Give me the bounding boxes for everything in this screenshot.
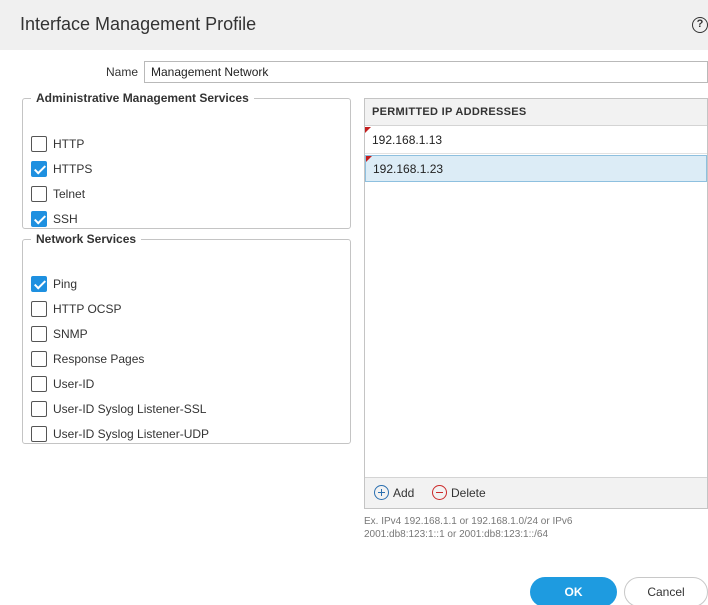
- ip-value: 192.168.1.23: [373, 162, 444, 176]
- ip-row-selected[interactable]: 192.168.1.23: [365, 155, 707, 182]
- hint-line-1: Ex. IPv4 192.168.1.1 or 192.168.1.0/24 o…: [364, 516, 573, 527]
- snmp-label: SNMP: [53, 327, 88, 341]
- http-ocsp-label: HTTP OCSP: [53, 302, 122, 316]
- checkbox-row-http-ocsp[interactable]: HTTP OCSP: [31, 300, 121, 318]
- checkbox-row-user-id[interactable]: User-ID: [31, 375, 94, 393]
- name-label: Name: [106, 65, 139, 79]
- http-label: HTTP: [53, 137, 85, 151]
- ping-label: Ping: [53, 277, 78, 291]
- ip-panel-footer: Add Delete: [365, 477, 707, 508]
- checkbox-row-response-pages[interactable]: Response Pages: [31, 350, 144, 368]
- permitted-ip-panel: PERMITTED IP ADDRESSES 192.168.1.13 192.…: [364, 98, 708, 509]
- add-circle-icon: [374, 485, 389, 500]
- add-label: Add: [393, 485, 415, 500]
- cancel-button[interactable]: Cancel: [624, 577, 708, 605]
- name-input[interactable]: [144, 61, 708, 83]
- admin-services-group: Administrative Management Services HTTP …: [22, 91, 351, 229]
- error-flag-icon: [365, 127, 371, 133]
- checkbox-row-telnet[interactable]: Telnet: [31, 185, 85, 203]
- remove-circle-icon: [432, 485, 447, 500]
- user-id-checkbox[interactable]: [31, 376, 47, 392]
- http-checkbox[interactable]: [31, 136, 47, 152]
- checkbox-row-ssh[interactable]: SSH: [31, 210, 78, 228]
- ip-row[interactable]: 192.168.1.13: [365, 127, 707, 154]
- delete-label: Delete: [451, 485, 486, 500]
- delete-ip-button[interactable]: Delete: [432, 485, 486, 500]
- syslog-udp-checkbox[interactable]: [31, 426, 47, 442]
- ssh-label: SSH: [53, 212, 78, 226]
- ssh-checkbox[interactable]: [31, 211, 47, 227]
- ip-format-hint: Ex. IPv4 192.168.1.1 or 192.168.1.0/24 o…: [364, 515, 664, 541]
- checkbox-row-ping[interactable]: Ping: [31, 275, 77, 293]
- network-services-legend: Network Services: [36, 232, 137, 246]
- ping-checkbox[interactable]: [31, 276, 47, 292]
- snmp-checkbox[interactable]: [31, 326, 47, 342]
- dialog-title: Interface Management Profile: [20, 14, 257, 34]
- syslog-udp-label: User-ID Syslog Listener-UDP: [53, 427, 210, 441]
- ok-button[interactable]: OK: [530, 577, 617, 605]
- network-services-group: Network Services Ping HTTP OCSP SNMP Res…: [22, 232, 351, 444]
- checkbox-row-https[interactable]: HTTPS: [31, 160, 92, 178]
- help-circle-icon[interactable]: ?: [692, 17, 708, 33]
- telnet-checkbox[interactable]: [31, 186, 47, 202]
- add-ip-button[interactable]: Add: [374, 485, 414, 500]
- syslog-ssl-checkbox[interactable]: [31, 401, 47, 417]
- user-id-label: User-ID: [53, 377, 95, 391]
- checkbox-row-snmp[interactable]: SNMP: [31, 325, 88, 343]
- telnet-label: Telnet: [53, 187, 86, 201]
- response-pages-label: Response Pages: [53, 352, 145, 366]
- response-pages-checkbox[interactable]: [31, 351, 47, 367]
- admin-services-legend: Administrative Management Services: [36, 91, 249, 105]
- ip-value: 192.168.1.13: [372, 133, 443, 147]
- syslog-ssl-label: User-ID Syslog Listener-SSL: [53, 402, 207, 416]
- checkbox-row-http[interactable]: HTTP: [31, 135, 84, 153]
- checkbox-row-syslog-ssl[interactable]: User-ID Syslog Listener-SSL: [31, 400, 206, 418]
- checkbox-row-syslog-udp[interactable]: User-ID Syslog Listener-UDP: [31, 425, 209, 443]
- dialog-header: Interface Management Profile ?: [0, 0, 708, 50]
- https-label: HTTPS: [53, 162, 93, 176]
- permitted-ip-header[interactable]: PERMITTED IP ADDRESSES: [365, 99, 707, 126]
- https-checkbox[interactable]: [31, 161, 47, 177]
- hint-line-2: 2001:db8:123:1::1 or 2001:db8:123:1::/64: [364, 529, 549, 540]
- error-flag-icon: [366, 156, 372, 162]
- http-ocsp-checkbox[interactable]: [31, 301, 47, 317]
